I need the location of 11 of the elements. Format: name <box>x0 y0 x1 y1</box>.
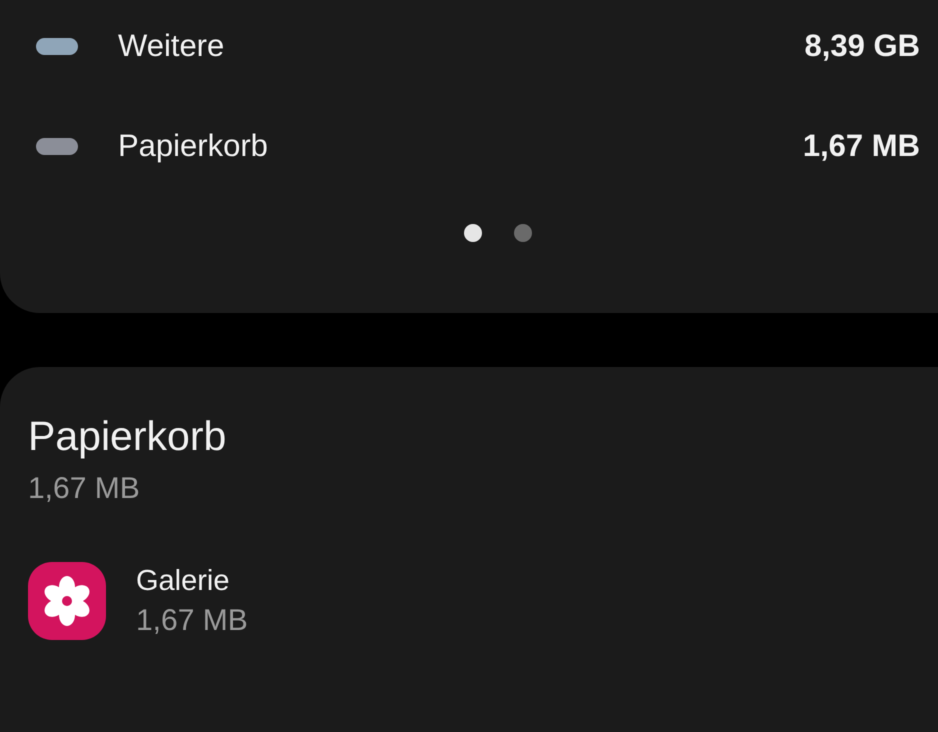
section-size: 1,67 MB <box>28 472 141 506</box>
app-size: 1,67 MB <box>136 604 248 638</box>
page-indicator-dot[interactable] <box>464 224 482 242</box>
flower-icon[interactable] <box>28 562 106 640</box>
legend-value: 8,39 GB <box>804 28 920 64</box>
section-title: Papierkorb <box>28 413 228 460</box>
legend-label: Weitere <box>118 28 226 64</box>
legend-value: 1,67 MB <box>802 128 920 164</box>
legend-label: Papierkorb <box>118 128 269 164</box>
page-indicator-dot[interactable] <box>514 224 532 242</box>
app-name: Galerie <box>136 564 230 598</box>
